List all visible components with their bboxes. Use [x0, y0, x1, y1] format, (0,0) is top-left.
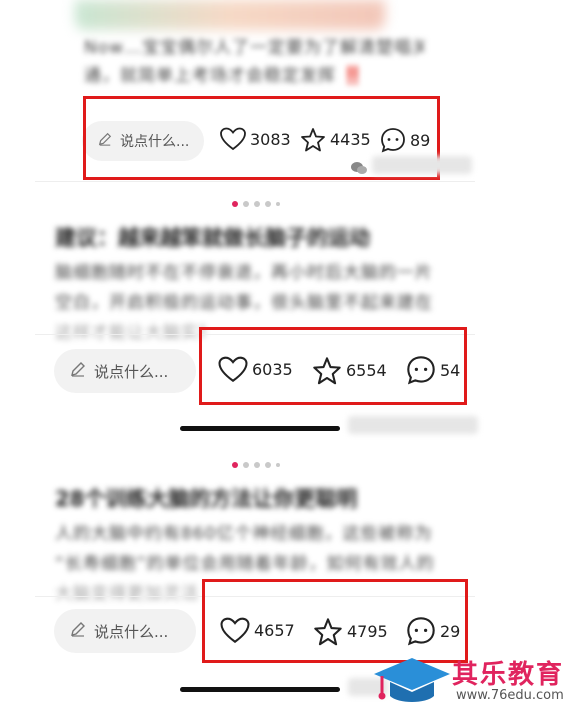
- post-2-title: 建议：越来越笨就做长脑子的运动: [55, 226, 370, 250]
- highlight-box: [199, 327, 467, 405]
- pencil-icon: [70, 361, 86, 381]
- page-dot: [265, 201, 271, 207]
- home-indicator: [180, 687, 340, 692]
- comment-placeholder: 说点什么...: [94, 622, 169, 641]
- page-dot: [254, 462, 260, 468]
- post-3-title: 28个训练大脑的方法让你更聪明: [55, 487, 358, 511]
- post-1-image-fragment: [75, 0, 385, 30]
- brand-watermark: 其乐教育 www.76edu.com: [372, 648, 583, 712]
- post-3-body-line: 人的大脑中约有860亿个神经细胞，这些被称为: [55, 524, 433, 544]
- comment-placeholder: 说点什么...: [94, 362, 169, 381]
- divider: [35, 181, 475, 182]
- wechat-icon: [350, 160, 368, 179]
- page-dot: [265, 462, 271, 468]
- blurred-watermark: [348, 416, 478, 434]
- page-dot: [254, 201, 260, 207]
- home-indicator: [180, 426, 340, 431]
- graduation-cap-icon: [372, 654, 452, 710]
- post-2-body-line: 脑细胞随时不在不停衰退，再小时后大脑的一片: [55, 263, 433, 283]
- page-dot: [243, 201, 249, 207]
- post-1-body-line: Now…宝宝偶尔人了一定要为了解清楚唱关直: [84, 38, 424, 58]
- image-page-indicator: [232, 201, 280, 207]
- page-dot-active: [232, 462, 238, 468]
- post-2-body-line: 这样才能让大脑实现更加灵活: [55, 323, 205, 343]
- comment-input[interactable]: 说点什么...: [54, 349, 196, 393]
- page-dot: [243, 462, 249, 468]
- brand-name: 其乐教育: [452, 660, 565, 690]
- blurred-watermark: [372, 156, 472, 174]
- comment-input[interactable]: 说点什么...: [54, 609, 196, 653]
- brand-url: www.76edu.com: [456, 688, 564, 703]
- post-2-body-line: 空白，开启积极的运动事，很头脑里不起来建在: [55, 293, 433, 313]
- image-page-indicator: [232, 462, 280, 468]
- page-dot: [276, 463, 280, 467]
- page-dot: [276, 202, 280, 206]
- post-3-body-line: “长寿细胞”的单位会用随着年龄，如何有效人的: [55, 554, 435, 574]
- page-dot-active: [232, 201, 238, 207]
- pencil-icon: [70, 621, 86, 641]
- post-1-body-line: 通，就简单上考场才会稳定发挥 ‼️: [84, 66, 365, 86]
